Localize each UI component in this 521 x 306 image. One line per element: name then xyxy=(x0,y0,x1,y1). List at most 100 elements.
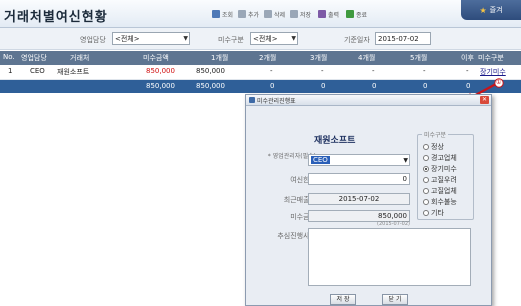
cell-receivable-type-link[interactable]: 장기미수 xyxy=(480,67,506,77)
bookmark-label: 즐겨 xyxy=(489,6,503,14)
page-title: 거래처별여신현황 xyxy=(4,10,108,25)
print-button[interactable]: 출력 xyxy=(318,8,339,20)
save-icon xyxy=(290,10,298,18)
star-icon: ★ xyxy=(479,5,487,15)
radio-option[interactable]: 경고업체 xyxy=(423,153,457,163)
dialog-title-bar: 미수관리진행표 xyxy=(246,95,491,106)
search-icon xyxy=(212,10,220,18)
cell-month-2: - xyxy=(270,67,273,75)
receivable-type-select[interactable]: <전체> ▼ xyxy=(250,32,298,45)
column-header: 미수금액 xyxy=(143,54,169,62)
add-icon xyxy=(238,10,246,18)
last-sale-label: 최근매출일 xyxy=(283,196,316,204)
followup-label: 추심진행사항 xyxy=(277,232,316,240)
cell-client: 재원소프트 xyxy=(57,68,90,76)
radio-icon xyxy=(423,210,429,216)
search-button[interactable]: 조회 xyxy=(212,8,233,20)
total-receivable: 850,000 xyxy=(146,82,175,90)
radio-label: 회수불능 xyxy=(431,198,457,206)
cell-month-5: - xyxy=(423,67,426,75)
radio-label: 기타 xyxy=(431,209,444,217)
receivable-type-label: 미수구분 xyxy=(218,36,244,44)
base-date-input[interactable]: 2015-07-02 xyxy=(375,32,431,45)
sales-owner-label: 영업담당 xyxy=(80,36,106,44)
add-button-label: 추가 xyxy=(248,11,260,19)
cell-month-4: - xyxy=(372,67,375,75)
annotation-marker: ① xyxy=(496,79,502,86)
column-header: 영업담당 xyxy=(21,54,47,62)
radio-label: 정상 xyxy=(431,143,444,151)
chevron-down-icon: ▼ xyxy=(183,35,188,42)
save-button[interactable]: 저장 xyxy=(290,8,311,20)
print-icon xyxy=(318,10,326,18)
cell-no: 1 xyxy=(8,67,13,75)
radio-icon xyxy=(423,188,429,194)
window-icon xyxy=(249,97,255,103)
receivable-management-dialog: 미수관리진행표 ✕ 재원소프트 * 영업관리자(필수) CEO ▼ 여신한도 0… xyxy=(245,94,492,306)
print-button-label: 출력 xyxy=(328,11,340,19)
total-month-5: 0 xyxy=(423,82,428,90)
receivable-value: 850,000 xyxy=(378,212,407,220)
total-month-4: 0 xyxy=(372,82,377,90)
exit-button[interactable]: 종료 xyxy=(346,8,367,20)
column-header: 1개월 xyxy=(211,54,229,62)
table-header: No. 영업담당 거래처 미수금액 1개월 2개월 3개월 4개월 5개월 이후… xyxy=(0,51,521,65)
owner-select[interactable]: CEO ▼ xyxy=(308,154,410,166)
radio-label: 경고업체 xyxy=(431,154,457,162)
owner-label: * 영업관리자(필수) xyxy=(267,153,316,160)
column-header: 미수구분 xyxy=(478,54,504,62)
receivable-type-value: <전체> xyxy=(253,35,278,43)
chevron-down-icon: ▼ xyxy=(403,157,408,164)
company-name: 재원소프트 xyxy=(314,136,356,146)
column-header: 3개월 xyxy=(310,54,328,62)
radio-option[interactable]: 고질업체 xyxy=(423,186,457,196)
receivable-label: 미수금액 xyxy=(290,213,316,221)
followup-textarea[interactable] xyxy=(308,228,471,286)
sales-owner-select[interactable]: <전체> ▼ xyxy=(112,32,190,45)
column-header: No. xyxy=(3,53,15,61)
receivable-type-group: 미수구분 정상 경고업체 장기미수 고질우려 고질업체 회수불능 기타 xyxy=(417,130,474,220)
delete-button-label: 삭제 xyxy=(274,11,286,19)
cell-owner: CEO xyxy=(30,67,45,75)
radio-label: 고질업체 xyxy=(431,187,457,195)
group-legend: 미수구분 xyxy=(422,130,449,139)
radio-icon xyxy=(423,177,429,183)
bookmark-button[interactable]: ★ 즐겨 xyxy=(461,0,521,20)
cell-month-1: 850,000 xyxy=(196,67,225,75)
dialog-title: 미수관리진행표 xyxy=(257,97,296,105)
radio-option[interactable]: 회수불능 xyxy=(423,197,457,207)
cell-month-3: - xyxy=(321,67,324,75)
sales-owner-value: <전체> xyxy=(115,35,140,43)
radio-selected-icon xyxy=(423,166,429,172)
base-date-label: 기준일자 xyxy=(344,36,370,44)
radio-option[interactable]: 정상 xyxy=(423,142,444,152)
total-month-2: 0 xyxy=(270,82,275,90)
table-row[interactable]: 1 CEO 재원소프트 850,000 850,000 - - - - - 장기… xyxy=(0,65,521,80)
add-button[interactable]: 추가 xyxy=(238,8,259,20)
delete-icon xyxy=(264,10,272,18)
radio-option-selected[interactable]: 장기미수 xyxy=(423,164,457,174)
radio-option[interactable]: 고질우려 xyxy=(423,175,457,185)
radio-icon xyxy=(423,199,429,205)
delete-button[interactable]: 삭제 xyxy=(264,8,285,20)
base-date-value: 2015-07-02 xyxy=(378,35,419,43)
dialog-close-button[interactable]: 닫 기 xyxy=(382,294,408,305)
radio-icon xyxy=(423,155,429,161)
credit-limit-input[interactable]: 0 xyxy=(308,173,410,185)
radio-label: 장기미수 xyxy=(431,165,457,173)
last-sale-value: 2015-07-02 xyxy=(338,195,380,203)
radio-option[interactable]: 기타 xyxy=(423,208,444,218)
dialog-save-button[interactable]: 저 장 xyxy=(330,294,356,305)
search-button-label: 조회 xyxy=(222,11,234,19)
exit-icon xyxy=(346,10,354,18)
total-month-1: 850,000 xyxy=(196,82,225,90)
total-row: 850,000 850,000 0 0 0 0 0 xyxy=(0,80,521,93)
last-sale-field: 2015-07-02 xyxy=(308,193,410,205)
column-header: 4개월 xyxy=(358,54,376,62)
credit-limit-label: 여신한도 xyxy=(290,176,316,184)
credit-limit-value: 0 xyxy=(402,175,407,183)
cell-receivable: 850,000 xyxy=(146,67,175,75)
exit-button-label: 종료 xyxy=(356,11,368,19)
close-icon[interactable]: ✕ xyxy=(480,96,489,104)
title-bar: 거래처별여신현황 조회 추가 삭제 저장 출력 종료 ★ 즐겨 xyxy=(0,0,521,28)
